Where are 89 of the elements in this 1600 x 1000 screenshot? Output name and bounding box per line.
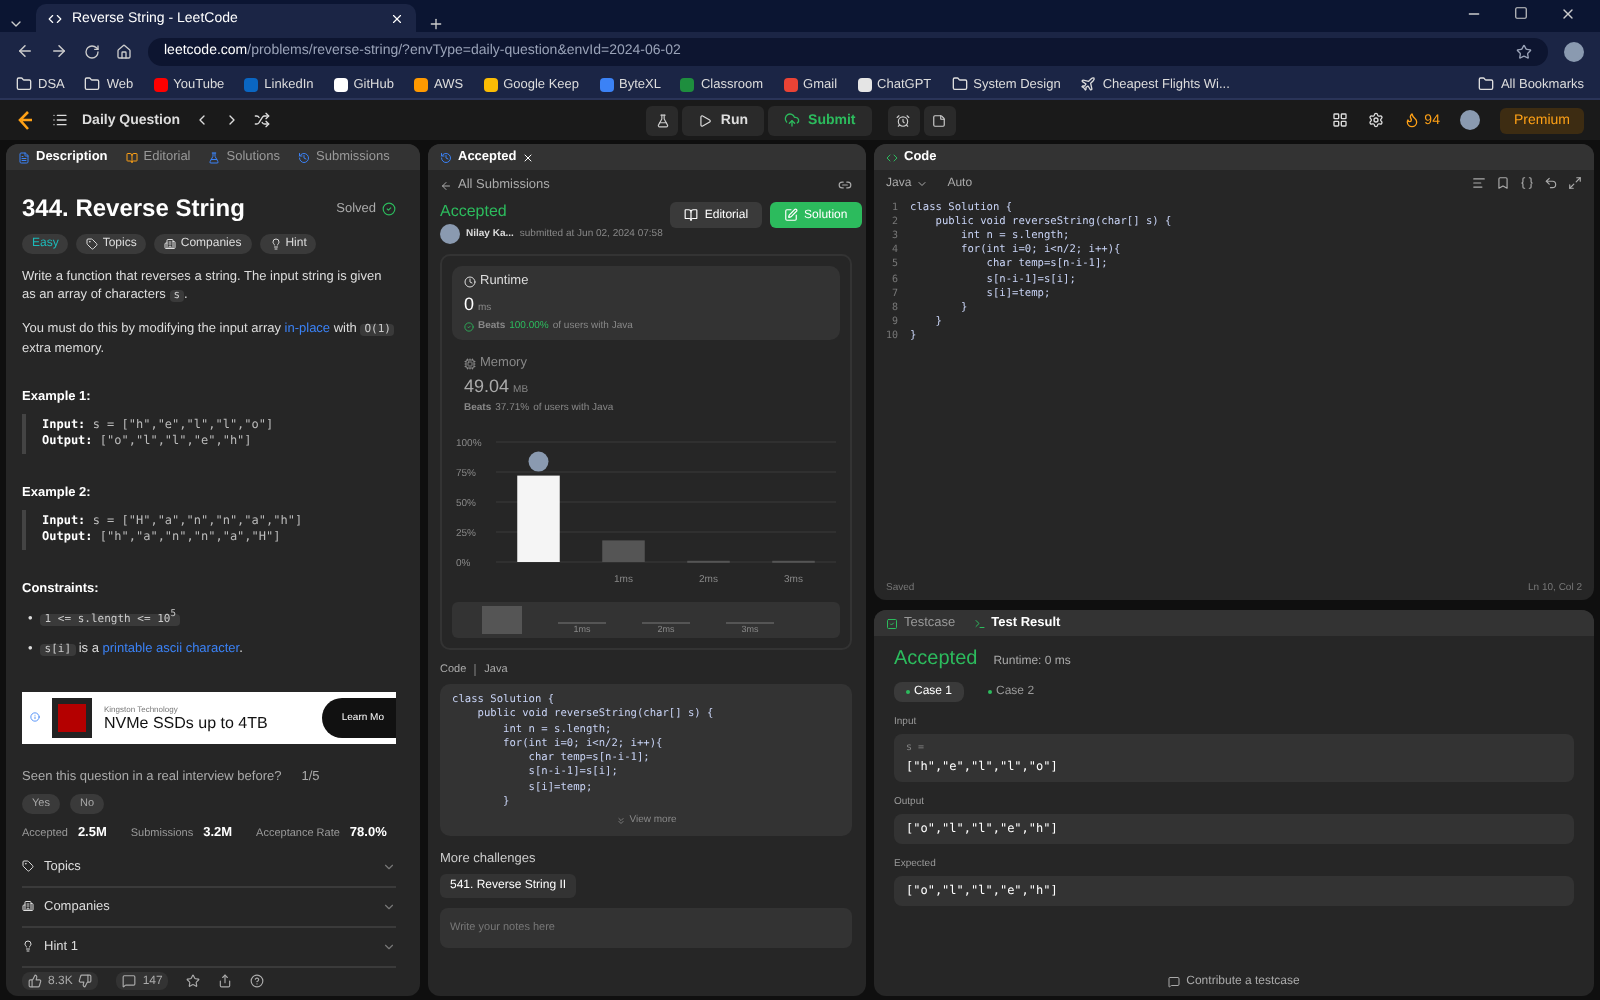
tag-icon <box>22 860 34 873</box>
new-tab-icon[interactable] <box>428 16 444 32</box>
notes-button[interactable] <box>923 105 956 135</box>
back-icon[interactable] <box>16 42 34 60</box>
chip-icon <box>464 357 476 369</box>
folder-icon <box>84 76 101 92</box>
ad-headline: NVMe SSDs up to 4TB <box>104 713 270 732</box>
site-icon <box>599 77 614 91</box>
star-icon[interactable] <box>186 974 201 988</box>
check-circle-icon <box>382 201 396 215</box>
chevron-down-icon <box>915 177 928 189</box>
site-icon <box>680 77 695 91</box>
debug-button[interactable] <box>646 105 679 135</box>
site-icon <box>783 77 798 91</box>
list-icon <box>52 112 68 128</box>
chevron-down-icon <box>382 939 396 954</box>
profile-avatar[interactable] <box>1564 41 1584 61</box>
chevron-down-icon <box>382 899 396 914</box>
building-icon <box>164 238 177 250</box>
flask-icon <box>208 151 221 163</box>
bar <box>517 475 560 562</box>
thumbs-down-icon[interactable] <box>78 974 93 988</box>
logo-icon[interactable] <box>16 109 36 131</box>
timer-button[interactable] <box>887 105 920 135</box>
site-icon <box>333 77 348 91</box>
lightbulb-icon <box>269 238 282 250</box>
problem-title: 344. Reverse String <box>22 194 245 222</box>
back-icon <box>440 179 452 191</box>
folder-icon <box>16 76 32 92</box>
share-icon[interactable] <box>218 974 233 988</box>
terminal-icon <box>973 617 986 629</box>
undo-icon[interactable] <box>1544 176 1558 190</box>
note-icon <box>932 113 947 127</box>
maximize-icon[interactable] <box>1514 5 1528 19</box>
logo-block <box>52 697 92 738</box>
close-icon[interactable] <box>1560 5 1576 21</box>
checkbox-icon <box>886 617 898 629</box>
flame-icon <box>1404 112 1421 128</box>
braces-icon[interactable] <box>1520 176 1534 190</box>
lightbulb-icon <box>22 940 34 953</box>
building-icon <box>22 900 34 913</box>
forward-icon[interactable] <box>50 42 68 60</box>
reload-icon[interactable] <box>84 43 100 59</box>
help-icon[interactable] <box>250 974 265 988</box>
book-icon <box>125 151 138 163</box>
format-icon[interactable] <box>1472 176 1486 190</box>
link-icon[interactable] <box>838 178 852 192</box>
site-icon <box>244 77 259 91</box>
book-icon <box>684 208 699 222</box>
site-icon <box>153 77 168 91</box>
code-icon <box>886 151 898 163</box>
avatar-icon <box>528 451 549 472</box>
result-status: Accepted <box>894 648 978 670</box>
home-icon[interactable] <box>116 43 132 59</box>
comment-icon <box>122 974 137 988</box>
upload-icon <box>784 112 801 128</box>
edit-icon <box>784 208 799 222</box>
folder-icon <box>1478 76 1495 92</box>
bookmark-icon[interactable] <box>1496 176 1510 190</box>
check-circle-icon <box>464 321 474 331</box>
user-avatar[interactable] <box>1459 110 1480 130</box>
site-icon <box>483 77 498 91</box>
comment-icon <box>1168 976 1181 988</box>
site-icon <box>857 77 872 91</box>
folder-icon <box>951 76 968 92</box>
chevrons-down-icon <box>615 815 626 826</box>
expand-icon[interactable] <box>1568 176 1582 190</box>
history-icon <box>298 151 310 163</box>
star-icon[interactable] <box>1516 43 1532 59</box>
tag-icon <box>86 238 99 250</box>
tab-search-icon[interactable] <box>8 16 24 32</box>
mini-bar <box>482 606 522 634</box>
flask-icon <box>655 113 670 127</box>
submission-status: Accepted <box>440 202 509 220</box>
settings-icon[interactable] <box>1368 112 1385 128</box>
document-icon <box>18 151 30 163</box>
shuffle-icon[interactable] <box>254 112 271 128</box>
alarm-icon <box>896 113 911 127</box>
grid-icon[interactable] <box>1332 112 1349 128</box>
plane-icon <box>1080 76 1097 92</box>
site-icon <box>48 11 62 25</box>
site-icon <box>413 77 428 91</box>
play-icon <box>698 113 713 127</box>
author-avatar <box>440 224 460 244</box>
bar <box>602 540 645 562</box>
clock-icon <box>464 275 476 287</box>
thumbs-up-icon <box>28 974 42 988</box>
chevron-down-icon <box>382 859 396 874</box>
history-icon <box>440 151 452 163</box>
